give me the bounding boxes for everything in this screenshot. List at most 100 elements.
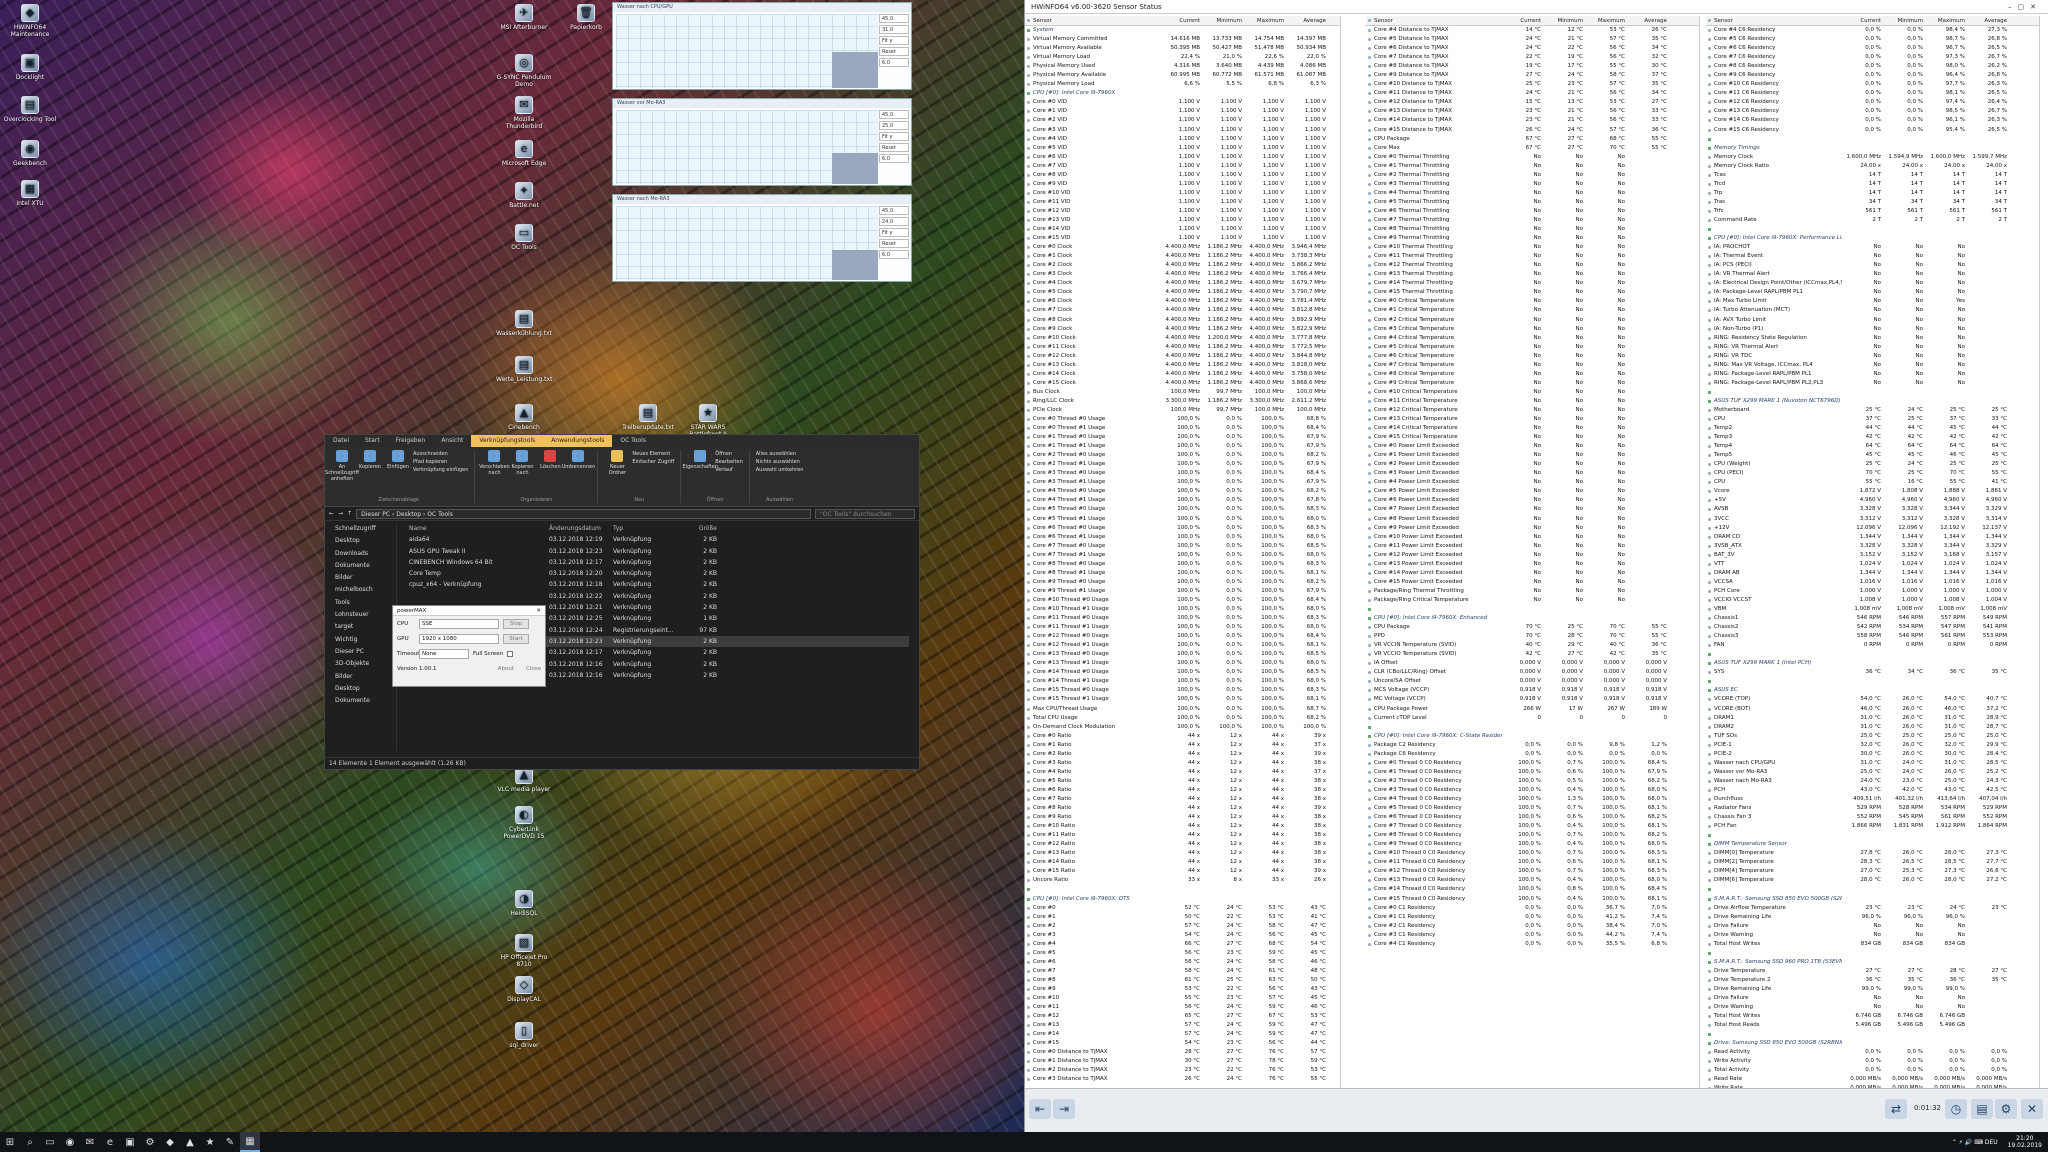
ribbon-tab[interactable]: Start [357,435,388,447]
sensor-row[interactable]: Core #10 Critical Temperature No No No [1366,388,1699,397]
sensor-row[interactable]: Core #14 57 °C 24 °C 59 °C 47 °C [1025,1030,1340,1039]
column-header[interactable]: Maximum [1245,16,1287,25]
sensor-row[interactable]: Core #9 53 °C 22 °C 56 °C 43 °C [1025,985,1340,994]
nav-item[interactable]: target [335,621,396,633]
network-icon[interactable]: ⇄ [1885,1099,1907,1119]
sensor-row[interactable]: Core #12 65 °C 27 °C 67 °C 53 °C [1025,1012,1340,1021]
sensor-row[interactable]: Core #4 66 °C 27 °C 68 °C 54 °C [1025,940,1340,949]
sensor-group-header[interactable]: ASUS EC [1706,686,2039,695]
sensor-row[interactable]: Core #6 VID 1,100 V 1,100 V 1,100 V 1,100 V [1025,153,1340,162]
sensor-row[interactable]: Core #14 VID 1,100 V 1,100 V 1,100 V 1,100 V [1025,225,1340,234]
sensor-row[interactable]: PCIE-1 32,0 °C 26,0 °C 32,0 °C 29,9 °C [1706,741,2039,750]
sensor-row[interactable]: Core #4 Thread 0 C0 Residency 100,0 % 1,3 … [1366,795,1699,804]
sensor-row[interactable]: Core #4 Thread #0 Usage 100,0 % 0,0 % 100,0… [1025,487,1340,496]
sensor-row[interactable]: Chassis3 558 RPM 546 RPM 561 RPM 553 RPM [1706,632,2039,641]
sensor-row[interactable]: IA: PCS (PECI) No No No [1706,261,2039,270]
sensor-row[interactable]: Core #5 Thread 0 C0 Residency 100,0 % 0,7 … [1366,804,1699,813]
sensor-row[interactable]: Total CPU Usage 100,0 % 0,0 % 100,0 % 68,2 % [1025,714,1340,723]
sensor-row[interactable]: MCS Voltage (VCCP) 0,918 V 0,918 V 0,918 V0… [1366,686,1699,695]
desktop-icon[interactable]: ▤ Wasserkühlung.txt [496,310,552,337]
sensor-row[interactable]: Core #1 C1 Residency 0,0 % 0,0 % 41,2 % 7,4 … [1366,913,1699,922]
taskbar-app-icon[interactable]: ✎ [220,1132,240,1152]
sensor-row[interactable]: Core #11 VID 1,100 V 1,100 V 1,100 V 1,100 V [1025,198,1340,207]
sensor-row[interactable]: VCORE (TOP) 54,0 °C 26,0 °C 54,0 °C 40,7 °C [1706,695,2039,704]
sensor-row[interactable]: IA: AVX Turbo Limit No No No [1706,316,2039,325]
sensor-row[interactable]: Core #0 VID 1,100 V 1,100 V 1,100 V 1,100 V [1025,98,1340,107]
sensor-row[interactable]: Core #11 56 °C 24 °C 59 °C 46 °C [1025,1003,1340,1012]
sensor-row[interactable]: Core #5 Ratio 44 x 12 x 44 x 38 x [1025,777,1340,786]
sensor-row[interactable]: Core #12 Thread #1 Usage 100,0 % 0,0 % 100,… [1025,641,1340,650]
sensor-row[interactable]: Core #11 Critical Temperature No No No [1366,397,1699,406]
sensor-row[interactable]: DIMM[0] Temperature 27,8 °C 26,0 °C 28,0 °C… [1706,849,2039,858]
sensor-row[interactable]: Core #4 VID 1,100 V 1,100 V 1,100 V 1,100 V [1025,135,1340,144]
sensor-row[interactable]: Core #4 Thread #1 Usage 100,0 % 0,0 % 100,0… [1025,496,1340,505]
sensor-row[interactable]: Core #6 Power Limit Exceeded No No No [1366,496,1699,505]
sensor-row[interactable]: DRAM AB 1,344 V 1,344 V 1,344 V 1,344 V [1706,569,2039,578]
taskbar-app-icon[interactable]: ⌕ [20,1132,40,1152]
sensor-row[interactable]: Radiator Fans 529 RPM 528 RPM 534 RPM 529 RP… [1706,804,2039,813]
sensor-row[interactable]: IA: Non-Turbo (P1) No No No [1706,325,2039,334]
sensor-row[interactable]: MC Voltage (VCCP) 0,918 V 0,918 V 0,918 V 0,… [1366,695,1699,704]
sensor-row[interactable]: Core #14 Thread #1 Usage 100,0 % 0,0 % 100,… [1025,677,1340,686]
sensor-row[interactable]: Memory Clock 1.600,0 MHz 1.594,9 MHz 1.600,… [1706,153,2039,162]
sensor-row[interactable]: Core #5 Distance to TjMAX 24 °C 21 °C 57 °C… [1366,35,1699,44]
sensor-row[interactable]: Core #7 Thread #1 Usage 100,0 % 0,0 % 100,0… [1025,551,1340,560]
taskbar-app-icon[interactable]: ◉ [60,1132,80,1152]
sensor-row[interactable]: Core #10 Thread #1 Usage 100,0 % 0,0 % 100,… [1025,605,1340,614]
sensor-row[interactable]: RING: Max VR Voltage, ICCmax, PL4 No No No [1706,361,2039,370]
arrows-right-icon[interactable]: ⇥ [1053,1099,1075,1119]
sensor-group-header[interactable]: ASUS TUF X299 MARK 1 (Intel PCH) [1706,659,2039,668]
sensor-row[interactable]: Core #12 Thread 0 C0 Residency 100,0 % 0,7… [1366,867,1699,876]
sensor-row[interactable]: TUF SOs 25,0 °C 25,0 °C 25,0 °C 25,0 °C [1706,732,2039,741]
sensor-row[interactable]: PCH Fan 1.866 RPM 1.831 RPM 1.912 RPM 1.864 … [1706,822,2039,831]
ribbon-tab[interactable]: OC Tools [612,435,654,447]
sensor-row[interactable]: Virtual Memory Available 50.395 MB 50.427 … [1025,44,1340,53]
sensor-row[interactable]: Core #9 Thread #0 Usage 100,0 % 0,0 % 100,0… [1025,578,1340,587]
sensor-group-header[interactable] [1706,388,2039,397]
arrows-left-icon[interactable]: ⇤ [1029,1099,1051,1119]
sensor-row[interactable]: Core #2 Critical Temperature No No No [1366,316,1699,325]
sensor-row[interactable]: Core #9 Thermal Throttling No No No [1366,234,1699,243]
desktop-icon[interactable]: ▲ VLC media player [496,766,552,793]
sensor-row[interactable]: FAN 0 RPM 0 RPM 0 RPM 0 RPM [1706,641,2039,650]
sensor-row[interactable]: Core #7 Thread 0 C0 Residency 100,0 % 0,4 … [1366,822,1699,831]
sensor-row[interactable]: Core #13 VID 1,100 V 1,100 V 1,100 V 1,100 V [1025,216,1340,225]
sensor-row[interactable]: Core #5 Power Limit Exceeded No No No [1366,487,1699,496]
sensor-row[interactable]: PCIE-2 30,0 °C 26,0 °C 30,0 °C 28,4 °C [1706,750,2039,759]
sensor-row[interactable]: Core #5 VID 1,100 V 1,100 V 1,100 V 1,100 V [1025,144,1340,153]
sensor-row[interactable]: RING: VR TDC No No No [1706,352,2039,361]
desktop-icon[interactable]: ✉ Mozilla Thunderbird [496,96,552,130]
sensor-row[interactable]: IA: Turbo Attenuation (MCT) No No No [1706,306,2039,315]
sensor-row[interactable]: Core #15 54 °C 23 °C 56 °C 44 °C [1025,1039,1340,1048]
clock-icon[interactable]: ◷ [1945,1099,1967,1119]
sensor-row[interactable]: Physical Memory Load 6,6 % 5,5 % 6,8 % 6,3 % [1025,80,1340,89]
sensor-row[interactable]: Core #1 Critical Temperature No No No [1366,306,1699,315]
sensor-row[interactable]: Core #4 Ratio 44 x 12 x 44 x 37 x [1025,768,1340,777]
sensor-row[interactable]: Core #8 VID 1,100 V 1,100 V 1,100 V 1,100 V [1025,171,1340,180]
desktop-icon[interactable]: ▤ Overclocking Tool [2,96,58,123]
sensor-row[interactable]: Trcd 14 T 14 T 14 T 14 T [1706,180,2039,189]
clock[interactable]: 21:20 19.02.2019 [2008,1135,2042,1149]
sensor-row[interactable]: Core #12 Ratio 44 x 12 x 44 x 38 x [1025,840,1340,849]
stop-button[interactable]: Stop [503,618,529,629]
sensor-row[interactable]: Command Rate 2 T2 T2 T2 T [1706,216,2039,225]
sensor-row[interactable]: CPU 55 °C 16 °C 55 °C 41 °C [1706,478,2039,487]
sensor-row[interactable]: BAT_3V 3,152 V 3,152 V 3,168 V 3,157 V [1706,551,2039,560]
sensor-row[interactable]: Core #4 C1 Residency 0,0 % 0,0 % 35,5 % 6,8 … [1366,940,1699,949]
sensor-row[interactable]: Core #14 Distance to TjMAX 23 °C 21 °C 56 °… [1366,116,1699,125]
nav-item[interactable]: Bilder [335,572,396,584]
taskbar-app-icon[interactable]: e [100,1132,120,1152]
file-row[interactable]: CINEBENCH Windows 64 Bit 03.12.2018 12:17… [409,557,909,568]
taskbar-app-icon[interactable]: ★ [200,1132,220,1152]
nav-item[interactable]: Desktop [335,535,396,547]
sensor-row[interactable]: Core #2 Ratio 44 x 12 x 44 x 39 x [1025,750,1340,759]
sensor-row[interactable]: Core #0 Thread #1 Usage 100,0 % 0,0 % 100,0… [1025,424,1340,433]
taskbar-app-icon[interactable]: ◆ [160,1132,180,1152]
sensor-row[interactable]: Core #7 Clock 4.400,0 MHz 1.186,2 MHz 4.400… [1025,306,1340,315]
sensor-row[interactable]: IA: Electrical Design Point/Other (ICCma… [1706,279,2039,288]
sensor-group-header[interactable]: S.M.A.R.T.: Samsung SSD 850 EVO 500GB (S… [1706,895,2039,904]
sensor-row[interactable]: VCORE (BOT) 46,0 °C 26,0 °C 46,0 °C 37,2 °C [1706,705,2039,714]
sensor-row[interactable]: Core #3 Thermal Throttling No No No [1366,180,1699,189]
sensor-row[interactable]: Core #6 Thread #1 Usage 100,0 % 0,0 % 100,0… [1025,533,1340,542]
address-bar[interactable]: Dieser PC › Desktop › OC Tools [356,508,811,519]
